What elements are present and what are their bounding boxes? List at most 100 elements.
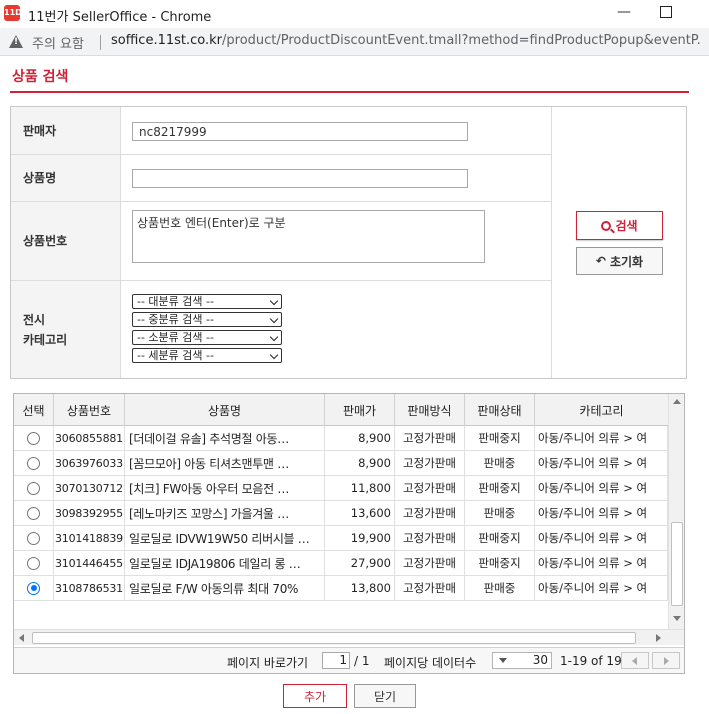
horizontal-scrollbar[interactable] [14, 629, 684, 645]
vertical-scrollbar[interactable] [668, 394, 684, 629]
scroll-down-icon[interactable] [673, 616, 681, 621]
price-cell: 19,900 [325, 526, 395, 550]
method-cell: 고정가판매 [395, 576, 465, 600]
product-no-cell: 3108786531 [54, 576, 125, 600]
scroll-up-icon[interactable] [673, 399, 681, 404]
row-radio[interactable] [27, 581, 40, 595]
price-cell: 13,800 [325, 576, 395, 600]
category-label-line1: 전시 [23, 312, 46, 327]
col-category[interactable]: 카테고리 [535, 394, 668, 426]
product-no-cell: 3101418839 [54, 526, 125, 550]
method-cell: 고정가판매 [395, 551, 465, 575]
col-price[interactable]: 판매가 [325, 394, 395, 426]
prev-page-button[interactable] [621, 652, 649, 669]
warning-icon [9, 35, 23, 48]
scroll-right-icon[interactable] [656, 634, 661, 642]
product-name-label: 상품명 [11, 155, 121, 201]
page-title: 상품 검색 [12, 69, 69, 85]
status-cell: 판매중지 [465, 476, 535, 500]
close-button[interactable]: 닫기 [354, 684, 416, 708]
row-select-cell [14, 551, 54, 575]
table-row[interactable]: 3098392955 [레노마키즈 꼬망스] 가을겨울 … 13,600 고정가판매 판… [14, 501, 668, 526]
product-name-cell: [치크] FW아동 아우터 모음전 … [125, 476, 325, 500]
address-bar[interactable]: 주의 요함 soffice.11st.co.kr/product/Product… [0, 28, 709, 56]
product-no-cell: 3063976033 [54, 451, 125, 475]
row-radio[interactable] [27, 556, 40, 570]
product-name-row: 상품명 [11, 155, 551, 202]
status-cell: 판매중지 [465, 551, 535, 575]
col-product-name[interactable]: 상품명 [125, 394, 325, 426]
method-cell: 고정가판매 [395, 526, 465, 550]
row-radio[interactable] [27, 531, 40, 545]
product-name-cell: 일로딜로 F/W 아동의류 최대 70% [125, 576, 325, 600]
window-titlebar: 11D 11번가 SellerOffice - Chrome — [0, 0, 709, 28]
total-pages: / 1 [354, 654, 370, 668]
row-radio[interactable] [27, 456, 40, 470]
seller-input[interactable] [132, 122, 468, 141]
row-select-cell [14, 501, 54, 525]
minimize-icon[interactable]: — [612, 4, 636, 24]
grid-body: 3060855881 [더데이걸 유솔] 추석명절 아동… 8,900 고정가판매 판매… [14, 426, 668, 630]
status-cell: 판매중 [465, 451, 535, 475]
horizontal-scroll-thumb[interactable] [32, 632, 636, 644]
table-row[interactable]: 3070130712 [치크] FW아동 아우터 모음전 … 11,800 고정가판매… [14, 476, 668, 501]
product-no-cell: 3101446455 [54, 551, 125, 575]
add-button[interactable]: 추가 [283, 684, 347, 708]
grid-header: 선택 상품번호 상품명 판매가 판매방식 판매상태 카테고리 [14, 394, 668, 426]
product-no-cell: 3060855881 [54, 426, 125, 450]
price-cell: 13,600 [325, 501, 395, 525]
table-row[interactable]: 3101418839 일로딜로 IDVW19W50 리버시블 … 19,900 고정가… [14, 526, 668, 551]
product-name-cell: 일로딜로 IDJA19806 데일리 롱 … [125, 551, 325, 575]
scroll-left-icon[interactable] [19, 634, 24, 642]
row-radio[interactable] [27, 506, 40, 520]
category-label-line2: 카테고리 [23, 332, 68, 347]
row-select-cell [14, 576, 54, 600]
url-host: soffice.11st.co.kr [111, 33, 222, 48]
reset-button[interactable]: ↶ 초기화 [576, 247, 663, 275]
search-button[interactable]: 검색 [576, 211, 663, 240]
table-row[interactable]: 3063976033 [꼼므모아] 아동 티셔츠맨투맨 … 8,900 고정가판매 판매… [14, 451, 668, 476]
row-radio[interactable] [27, 481, 40, 495]
category-label: 전시카테고리 [11, 281, 121, 378]
product-no-textarea[interactable]: 상품번호 엔터(Enter)로 구분 [132, 210, 485, 263]
price-cell: 8,900 [325, 451, 395, 475]
category-medium-select[interactable]: -- 중분류 검색 -- [132, 312, 282, 327]
category-cell: 아동/주니어 의류 > 여 [535, 526, 668, 550]
seller-row: 판매자 [11, 107, 551, 155]
vertical-scroll-thumb[interactable] [671, 522, 683, 606]
method-cell: 고정가판매 [395, 476, 465, 500]
next-page-button[interactable] [652, 652, 680, 669]
price-cell: 27,900 [325, 551, 395, 575]
table-row[interactable]: 3101446455 일로딜로 IDJA19806 데일리 롱 … 27,900 고정… [14, 551, 668, 576]
results-grid: 선택 상품번호 상품명 판매가 판매방식 판매상태 카테고리 306085588… [13, 393, 685, 674]
page-number-input[interactable]: 1 [322, 652, 350, 669]
category-detail-select[interactable]: -- 세분류 검색 -- [132, 348, 282, 363]
method-cell: 고정가판매 [395, 451, 465, 475]
col-status[interactable]: 판매상태 [465, 394, 535, 426]
url-text[interactable]: soffice.11st.co.kr/product/ProductDiscou… [111, 33, 701, 48]
table-row[interactable]: 3060855881 [더데이걸 유솔] 추석명절 아동… 8,900 고정가판매 판매… [14, 426, 668, 451]
row-radio[interactable] [27, 431, 40, 445]
maximize-icon[interactable] [660, 6, 672, 18]
form-actions: 검색 ↶ 초기화 [551, 107, 687, 378]
table-row[interactable]: 3108786531 일로딜로 F/W 아동의류 최대 70% 13,800 고정가판… [14, 576, 668, 601]
record-range: 1-19 of 19 [560, 654, 622, 668]
reset-icon: ↶ [595, 254, 606, 268]
category-large-select[interactable]: -- 대분류 검색 -- [132, 294, 282, 309]
product-name-cell: 일로딜로 IDVW19W50 리버시블 … [125, 526, 325, 550]
col-product-no[interactable]: 상품번호 [54, 394, 125, 426]
col-method[interactable]: 판매방식 [395, 394, 465, 426]
category-cell: 아동/주니어 의류 > 여 [535, 551, 668, 575]
per-page-select[interactable]: 30 [492, 652, 552, 669]
product-no-row: 상품번호 상품번호 엔터(Enter)로 구분 [11, 202, 551, 281]
row-select-cell [14, 426, 54, 450]
product-name-cell: [더데이걸 유솔] 추석명절 아동… [125, 426, 325, 450]
col-select[interactable]: 선택 [14, 394, 54, 426]
pager: 페이지 바로가기 1 / 1 페이지당 데이터수 30 1-19 of 19 [14, 647, 684, 673]
status-cell: 판매중지 [465, 526, 535, 550]
category-small-select[interactable]: -- 소분류 검색 -- [132, 330, 282, 345]
product-name-input[interactable] [132, 169, 468, 188]
status-cell: 판매중 [465, 501, 535, 525]
seller-label: 판매자 [11, 107, 121, 154]
row-select-cell [14, 476, 54, 500]
